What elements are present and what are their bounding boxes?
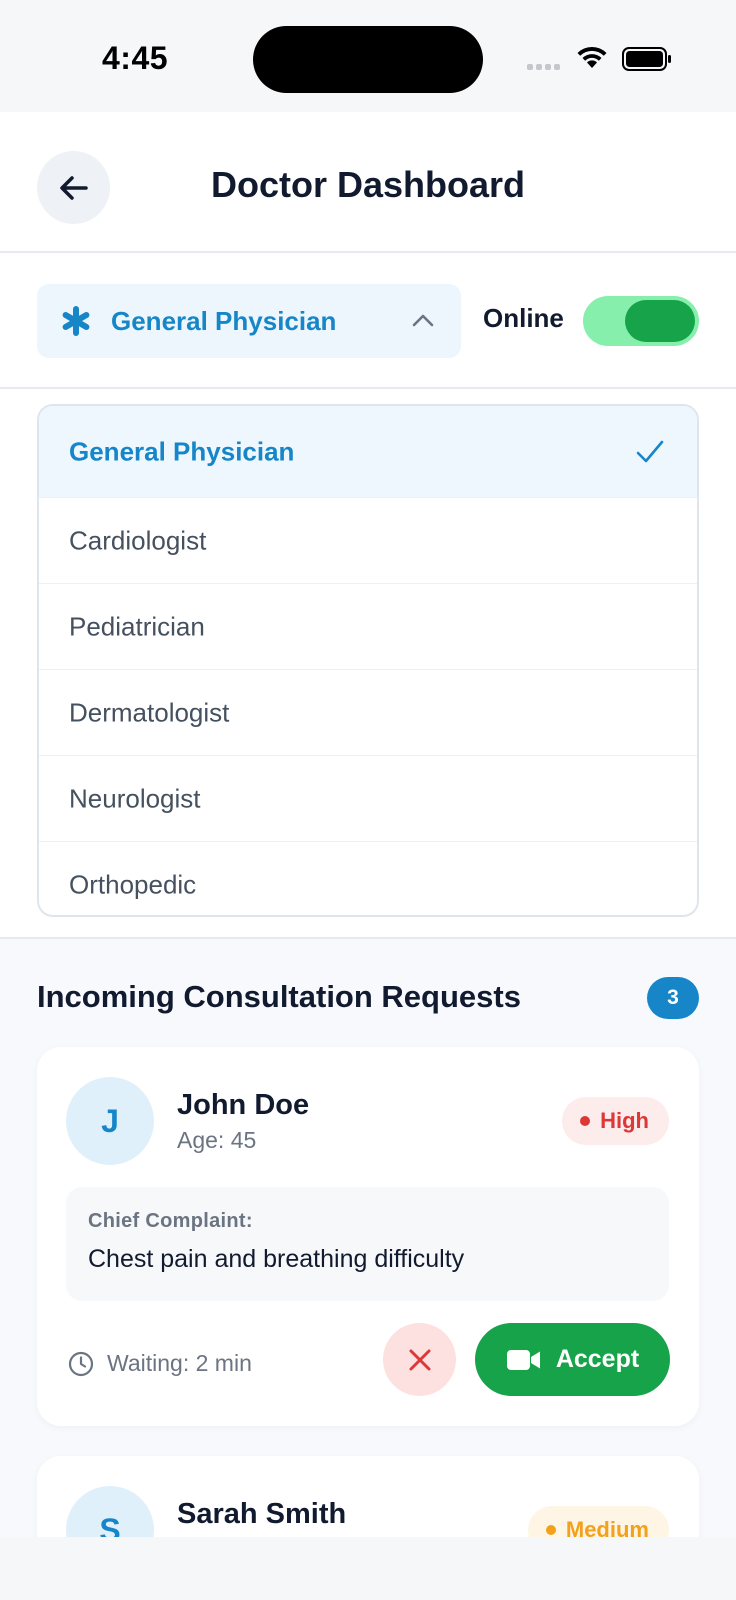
reject-button[interactable] [383, 1323, 456, 1396]
accept-button-label: Accept [555, 1345, 640, 1373]
specialty-row: General Physician Online [0, 253, 736, 389]
dropdown-item-general-physician[interactable]: General Physician [39, 406, 697, 498]
page-title: Doctor Dashboard [210, 164, 526, 205]
priority-dot-icon [545, 1525, 556, 1535]
cellular-signal-icon [527, 64, 560, 70]
accept-button[interactable]: Accept [475, 1323, 670, 1396]
waiting-time: Waiting: 2 min [68, 1350, 252, 1377]
chief-complaint-text: Chest pain and breathing difficulty [88, 1245, 465, 1273]
specialty-select[interactable]: General Physician [37, 284, 461, 358]
dropdown-item-label: Dermatologist [69, 697, 230, 727]
patient-age: Age: 45 [177, 1127, 257, 1153]
waiting-time-text: Waiting: 2 min [107, 1350, 252, 1376]
close-icon [409, 1349, 430, 1370]
chief-complaint-label: Chief Complaint: [88, 1210, 253, 1232]
patient-name: Sarah Smith [177, 1498, 347, 1530]
online-label: Online [483, 303, 564, 333]
consultation-request-card: J John Doe Age: 45 High Chief Complaint:… [37, 1047, 699, 1426]
clock-icon [68, 1351, 94, 1376]
dropdown-item-orthopedic[interactable]: Orthopedic [39, 842, 697, 915]
dropdown-item-label: Pediatrician [69, 611, 205, 641]
requests-count-badge: 3 [647, 977, 699, 1019]
wifi-icon [577, 46, 607, 68]
specialty-dropdown-list: General Physician Cardiologist Pediatric… [37, 404, 699, 917]
dropdown-item-neurologist[interactable]: Neurologist [39, 756, 697, 842]
dropdown-item-label: General Physician [69, 436, 295, 466]
app-header: Doctor Dashboard [0, 112, 736, 253]
toggle-knob [625, 300, 695, 342]
chief-complaint-box: Chief Complaint: Chest pain and breathin… [66, 1187, 669, 1301]
bottom-safe-area [0, 1537, 736, 1600]
battery-icon [622, 47, 671, 71]
patient-avatar: J [66, 1077, 154, 1165]
status-time: 4:45 [102, 40, 169, 76]
dynamic-island [253, 26, 483, 93]
online-toggle[interactable] [583, 296, 699, 346]
specialty-selected-label: General Physician [111, 306, 337, 336]
priority-label: High [600, 1108, 649, 1133]
dropdown-item-label: Cardiologist [69, 525, 207, 555]
asterisk-icon [62, 306, 90, 336]
priority-dot-icon [580, 1116, 591, 1126]
dropdown-item-pediatrician[interactable]: Pediatrician [39, 584, 697, 670]
video-camera-icon [506, 1349, 540, 1370]
status-bar: 4:45 [0, 0, 736, 112]
dropdown-item-dermatologist[interactable]: Dermatologist [39, 670, 697, 756]
chevron-up-icon [412, 314, 434, 327]
check-icon [636, 440, 664, 463]
requests-section-title: Incoming Consultation Requests [37, 979, 521, 1014]
specialty-dropdown-area: General Physician Cardiologist Pediatric… [0, 389, 736, 939]
dropdown-item-cardiologist[interactable]: Cardiologist [39, 498, 697, 584]
dropdown-item-label: Orthopedic [69, 869, 197, 899]
priority-badge: High [562, 1097, 669, 1145]
dropdown-item-label: Neurologist [69, 783, 201, 813]
patient-name: John Doe [177, 1089, 310, 1121]
